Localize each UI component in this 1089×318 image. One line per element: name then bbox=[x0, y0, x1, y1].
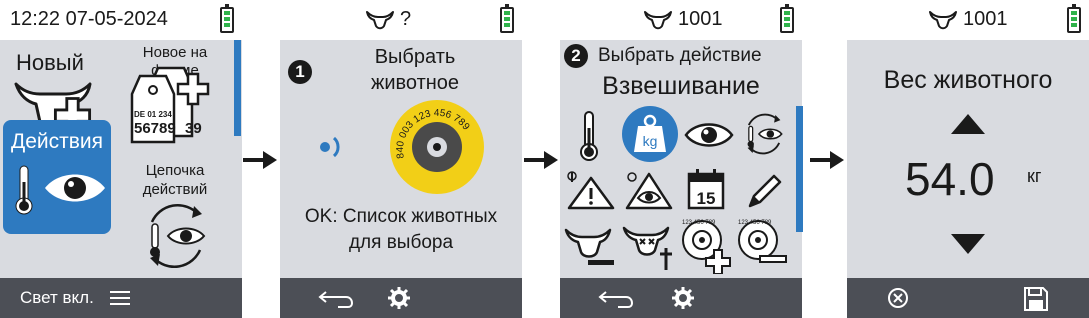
gear-icon[interactable] bbox=[672, 287, 694, 309]
animal-id: ? bbox=[400, 8, 412, 30]
status-bar: 12:22 07-05-2024 bbox=[0, 0, 242, 40]
content-panel: 2 Выбрать действие Взвешивание kg 15 123… bbox=[560, 40, 802, 278]
tag-mini-text: 123 456 789 bbox=[682, 220, 716, 226]
hint-line-2: для выбора bbox=[348, 232, 454, 253]
cancel-icon[interactable] bbox=[887, 287, 909, 309]
hint-line-1: OK: Список животных bbox=[304, 206, 498, 227]
animal-id: 1001 bbox=[678, 8, 723, 30]
decrease-arrow-icon[interactable] bbox=[949, 232, 987, 256]
increase-arrow-icon[interactable] bbox=[949, 112, 987, 136]
animal-id: 1001 bbox=[963, 8, 1008, 30]
tag-mini-text-2: 123 456 789 bbox=[738, 220, 772, 226]
status-bar: ? bbox=[280, 0, 522, 40]
animal-weight-screen: 1001 Вес животного 54.0 кг bbox=[847, 0, 1089, 318]
step-badge: 2 bbox=[564, 44, 588, 68]
battery-icon bbox=[500, 4, 514, 33]
ear-tag-small-text: DE 01 234 bbox=[134, 110, 172, 119]
content-panel: 1 Выбрать животное 840 003 123 456 789 O… bbox=[280, 40, 522, 278]
menu-item-new-label: Новый bbox=[16, 50, 84, 75]
footer-bar bbox=[280, 278, 522, 318]
light-status-label: Свет вкл. bbox=[20, 288, 94, 307]
thermometer-icon[interactable] bbox=[578, 110, 600, 162]
rfid-scan-icon bbox=[320, 136, 340, 158]
flow-arrow-icon bbox=[243, 151, 277, 169]
status-bar: 1001 bbox=[847, 0, 1089, 40]
tag-add-icon[interactable] bbox=[680, 218, 732, 274]
menu-item-actions[interactable]: Действия bbox=[3, 120, 111, 234]
scrollbar[interactable] bbox=[234, 40, 241, 136]
weight-unit: кг bbox=[1027, 166, 1042, 186]
calendar-day: 15 bbox=[697, 189, 716, 208]
cow-death-icon[interactable] bbox=[622, 224, 678, 272]
weight-unit-text: kg bbox=[642, 133, 658, 149]
scrollbar[interactable] bbox=[796, 106, 803, 232]
battery-icon bbox=[1067, 4, 1081, 33]
action-chain-icon bbox=[150, 204, 206, 268]
cow-head-icon bbox=[929, 11, 957, 30]
save-icon[interactable] bbox=[1023, 286, 1049, 312]
cow-remove-icon[interactable] bbox=[564, 226, 616, 268]
menu-item-action-chain-label-2: действий bbox=[142, 181, 208, 198]
ear-tag-back-number: 39 bbox=[185, 120, 202, 137]
pencil-icon[interactable] bbox=[744, 172, 784, 212]
main-menu-screen: 12:22 07-05-2024 Новый Новое на ферме DE… bbox=[0, 0, 242, 318]
eye-icon bbox=[45, 174, 105, 202]
title: Вес животного bbox=[883, 66, 1053, 94]
select-animal-screen: ? 1 Выбрать животное 840 003 123 456 789… bbox=[280, 0, 522, 318]
calendar-icon[interactable]: 15 bbox=[686, 168, 726, 212]
menu-item-actions-label: Действия bbox=[10, 130, 103, 153]
title-line-2: животное bbox=[370, 72, 460, 94]
title: Выбрать действие bbox=[598, 45, 762, 66]
footer-bar bbox=[847, 278, 1089, 318]
footer-bar bbox=[560, 278, 802, 318]
menu-icon[interactable] bbox=[110, 290, 130, 306]
menu-item-action-chain-label-1: Цепочка bbox=[145, 162, 205, 179]
title-line-1: Выбрать bbox=[374, 46, 456, 68]
ear-tag-number: 56789 bbox=[134, 120, 176, 137]
footer-bar: Свет вкл. bbox=[0, 278, 242, 318]
status-bar: 1001 bbox=[560, 0, 802, 40]
observation-warning-icon[interactable] bbox=[624, 170, 674, 210]
select-action-screen: 1001 2 Выбрать действие Взвешивание kg 1… bbox=[560, 0, 803, 318]
cow-head-icon bbox=[644, 11, 672, 30]
back-icon[interactable] bbox=[598, 288, 634, 308]
action-title: Взвешивание bbox=[602, 72, 760, 100]
weighing-icon[interactable]: kg bbox=[622, 106, 678, 162]
gear-icon[interactable] bbox=[388, 287, 410, 309]
observation-chain-icon[interactable] bbox=[740, 110, 788, 158]
flow-arrow-icon bbox=[810, 151, 844, 169]
step-badge: 1 bbox=[288, 60, 312, 84]
datetime: 12:22 07-05-2024 bbox=[10, 8, 168, 30]
thermometer-icon bbox=[15, 165, 33, 215]
weight-value[interactable]: 54.0 bbox=[905, 152, 995, 206]
flow-arrow-icon bbox=[524, 151, 558, 169]
content-panel: Вес животного 54.0 кг bbox=[847, 40, 1089, 278]
eye-icon[interactable] bbox=[684, 120, 734, 150]
menu-item-new-on-farm-label-1: Новое на bbox=[142, 44, 208, 61]
battery-icon bbox=[220, 4, 234, 33]
cow-head-icon bbox=[366, 11, 394, 30]
battery-icon bbox=[780, 4, 794, 33]
warning-icon[interactable] bbox=[566, 170, 616, 210]
back-icon[interactable] bbox=[318, 288, 354, 308]
rfid-tag-icon: 840 003 123 456 789 bbox=[390, 100, 484, 194]
